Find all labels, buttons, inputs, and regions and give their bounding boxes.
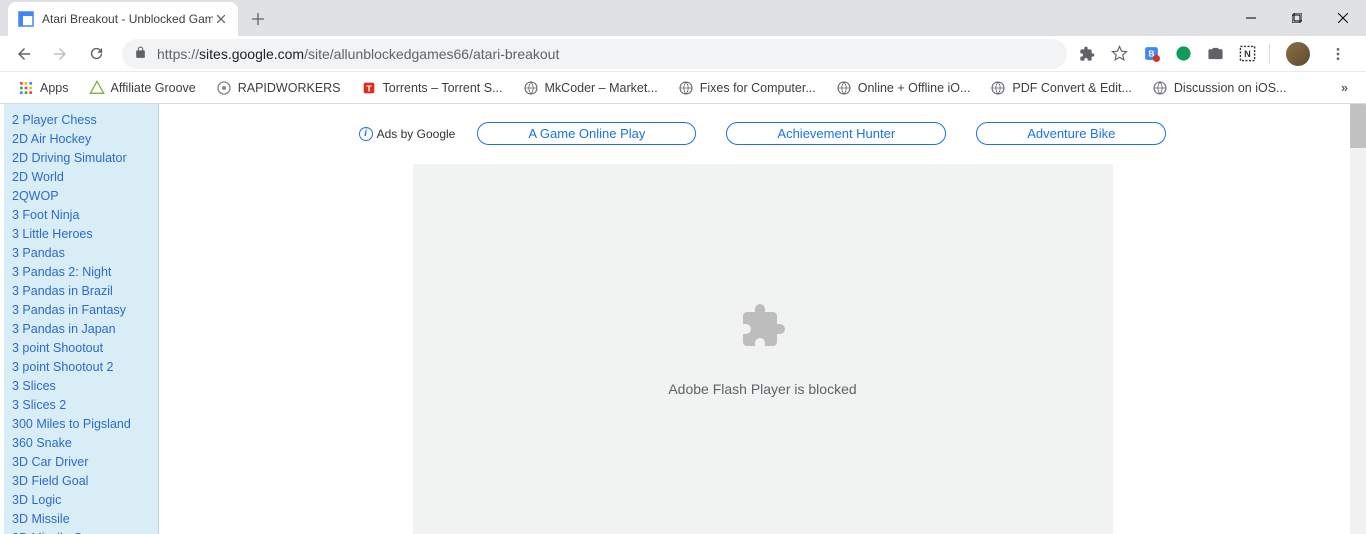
extensions-icon[interactable] bbox=[1077, 44, 1097, 64]
tab-favicon-icon bbox=[18, 11, 34, 27]
svg-text:N: N bbox=[1244, 49, 1251, 59]
bookmark-label: MkCoder – Market... bbox=[545, 81, 658, 95]
sidebar-game-link[interactable]: 3 Pandas in Brazil bbox=[4, 281, 158, 300]
sidebar-game-link[interactable]: 3 Pandas bbox=[4, 243, 158, 262]
camera-icon[interactable] bbox=[1205, 44, 1225, 64]
bookmark-favicon-icon: T bbox=[361, 80, 377, 96]
ads-label-text: Ads by Google bbox=[377, 127, 456, 141]
window-controls bbox=[1228, 0, 1366, 36]
maximize-button[interactable] bbox=[1274, 0, 1320, 36]
reload-button[interactable] bbox=[80, 40, 112, 68]
extension-icons: B N bbox=[1077, 42, 1358, 66]
sidebar-game-link[interactable]: 3 Pandas in Fantasy bbox=[4, 300, 158, 319]
bookmarks-bar: Apps Affiliate Groove RAPIDWORKERS T Torrent… bbox=[0, 72, 1366, 104]
bookmark-item[interactable]: MkCoder – Market... bbox=[515, 76, 666, 100]
bookmark-label: Discussion on iOS... bbox=[1174, 81, 1287, 95]
profile-avatar[interactable] bbox=[1286, 42, 1310, 66]
bookmark-favicon-icon bbox=[216, 80, 232, 96]
sidebar-game-link[interactable]: 3 point Shootout bbox=[4, 338, 158, 357]
sidebar-game-link[interactable]: 3 Slices bbox=[4, 376, 158, 395]
sidebar-game-link[interactable]: 2 Player Chess bbox=[4, 110, 158, 129]
bookmark-item[interactable]: PDF Convert & Edit... bbox=[982, 76, 1139, 100]
bookmark-item[interactable]: Discussion on iOS... bbox=[1144, 76, 1295, 100]
bookmark-item[interactable]: RAPIDWORKERS bbox=[208, 76, 349, 100]
sidebar-game-link[interactable]: 2D Air Hockey bbox=[4, 129, 158, 148]
bookmark-favicon-icon bbox=[523, 80, 539, 96]
extension-green-icon[interactable] bbox=[1173, 44, 1193, 64]
bookmarks-overflow-icon[interactable]: » bbox=[1333, 81, 1356, 95]
close-tab-icon[interactable] bbox=[213, 11, 229, 27]
sidebar-game-link[interactable]: 3D Missile bbox=[4, 509, 158, 528]
bookmark-star-icon[interactable] bbox=[1109, 44, 1129, 64]
separator bbox=[1269, 44, 1270, 64]
extension-n-icon[interactable]: N bbox=[1237, 44, 1257, 64]
close-window-button[interactable] bbox=[1320, 0, 1366, 36]
page-scrollbar[interactable] bbox=[1350, 104, 1366, 534]
browser-nav-bar: https://sites.google.com/site/allunblock… bbox=[0, 36, 1366, 72]
bookmark-item[interactable]: Online + Offline iO... bbox=[828, 76, 979, 100]
bookmark-label: Torrents – Torrent S... bbox=[383, 81, 503, 95]
bookmark-favicon-icon bbox=[678, 80, 694, 96]
sidebar-game-link[interactable]: 3D Logic bbox=[4, 490, 158, 509]
bookmark-favicon-icon bbox=[1152, 80, 1168, 96]
sidebar-game-link[interactable]: 3 Little Heroes bbox=[4, 224, 158, 243]
sidebar-game-link[interactable]: 2QWOP bbox=[4, 186, 158, 205]
svg-text:T: T bbox=[366, 83, 372, 93]
ads-by-label: i Ads by Google bbox=[359, 127, 456, 141]
new-tab-button[interactable] bbox=[244, 5, 272, 33]
sidebar-game-link[interactable]: 3D Car Driver bbox=[4, 452, 158, 471]
bookmark-favicon-icon bbox=[18, 80, 34, 96]
sidebar-game-link[interactable]: 3D Field Goal bbox=[4, 471, 158, 490]
bookmark-favicon-icon bbox=[990, 80, 1006, 96]
ads-row: i Ads by Google A Game Online Play Achiev… bbox=[159, 104, 1366, 153]
scrollbar-thumb[interactable] bbox=[1350, 104, 1366, 148]
extension-blue-icon[interactable]: B bbox=[1141, 44, 1161, 64]
sidebar-game-link[interactable]: 2D Driving Simulator bbox=[4, 148, 158, 167]
address-bar[interactable]: https://sites.google.com/site/allunblock… bbox=[122, 39, 1067, 69]
sidebar-game-link[interactable]: 3 Pandas 2: Night bbox=[4, 262, 158, 281]
bookmark-label: PDF Convert & Edit... bbox=[1012, 81, 1131, 95]
sidebar-game-link[interactable]: 360 Snake bbox=[4, 433, 158, 452]
bookmark-label: Online + Offline iO... bbox=[858, 81, 971, 95]
lock-icon bbox=[134, 46, 147, 62]
bookmark-item[interactable]: Apps bbox=[10, 76, 77, 100]
flash-blocked-message: Adobe Flash Player is blocked bbox=[668, 381, 856, 397]
bookmark-favicon-icon bbox=[836, 80, 852, 96]
browser-tab[interactable]: Atari Breakout - Unblocked Game bbox=[8, 2, 238, 36]
sidebar-game-link[interactable]: 3 Slices 2 bbox=[4, 395, 158, 414]
sidebar-game-link[interactable]: 2D World bbox=[4, 167, 158, 186]
ad-link-pill[interactable]: A Game Online Play bbox=[477, 122, 696, 145]
sidebar-game-link[interactable]: 3 Pandas in Japan bbox=[4, 319, 158, 338]
url-text: https://sites.google.com/site/allunblock… bbox=[157, 46, 559, 62]
bookmark-label: RAPIDWORKERS bbox=[238, 81, 341, 95]
sidebar-game-link[interactable]: 3 point Shootout 2 bbox=[4, 357, 158, 376]
back-button[interactable] bbox=[8, 40, 40, 68]
forward-button[interactable] bbox=[44, 40, 76, 68]
page-content: 2 Player Chess2D Air Hockey2D Driving Si… bbox=[0, 104, 1366, 534]
ad-link-pill[interactable]: Achievement Hunter bbox=[726, 122, 946, 145]
sidebar-game-link[interactable]: 3 Foot Ninja bbox=[4, 205, 158, 224]
sidebar-game-link[interactable]: 3D Missile Game bbox=[4, 528, 158, 534]
bookmark-label: Affiliate Groove bbox=[111, 81, 196, 95]
sidebar-game-link[interactable]: 300 Miles to Pigsland bbox=[4, 414, 158, 433]
flash-placeholder[interactable]: Adobe Flash Player is blocked bbox=[413, 164, 1113, 534]
bookmark-item[interactable]: Affiliate Groove bbox=[81, 76, 204, 100]
bookmark-label: Apps bbox=[40, 81, 69, 95]
bookmark-favicon-icon bbox=[89, 80, 105, 96]
tab-title: Atari Breakout - Unblocked Game bbox=[42, 12, 213, 26]
main-panel: i Ads by Google A Game Online Play Achiev… bbox=[159, 104, 1366, 534]
ad-link-pill[interactable]: Adventure Bike bbox=[976, 122, 1166, 145]
ads-info-icon[interactable]: i bbox=[359, 127, 373, 141]
puzzle-icon bbox=[739, 302, 787, 353]
browser-title-bar: Atari Breakout - Unblocked Game bbox=[0, 0, 1366, 36]
minimize-button[interactable] bbox=[1228, 0, 1274, 36]
browser-menu-button[interactable] bbox=[1322, 46, 1354, 62]
bookmark-item[interactable]: T Torrents – Torrent S... bbox=[353, 76, 511, 100]
bookmark-label: Fixes for Computer... bbox=[700, 81, 816, 95]
games-sidebar: 2 Player Chess2D Air Hockey2D Driving Si… bbox=[4, 104, 159, 534]
bookmark-item[interactable]: Fixes for Computer... bbox=[670, 76, 824, 100]
